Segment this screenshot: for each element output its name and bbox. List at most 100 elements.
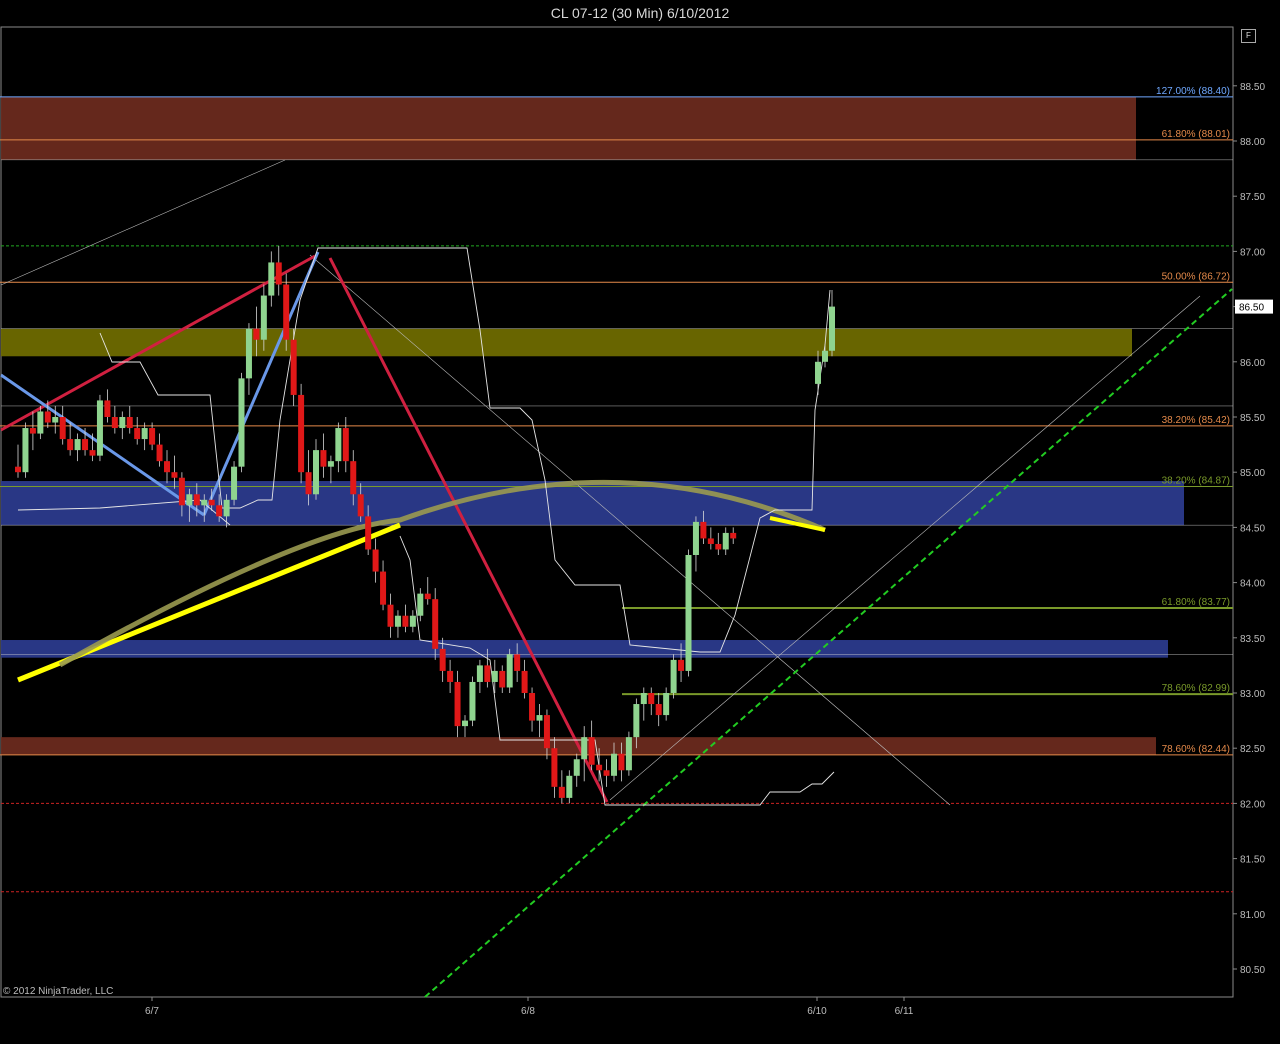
candle-body-88 [670,659,677,693]
candle-body-41 [320,450,327,467]
candle-body-4 [44,411,51,423]
candle-body-23 [186,494,193,506]
candle-body-11 [96,400,103,456]
last-price-label: 86.50 [1239,303,1264,314]
x-tick-label-3: 6/11 [895,1006,914,1017]
candle-body-3 [37,411,44,434]
price-axis: 80.50 81.00 81.50 82.00 82.50 83.00 83.50 84.00… [1233,82,1273,976]
fib-level-label-0: 127.00% (88.40) [1156,86,1230,97]
candle-body-58 [447,670,454,682]
candle-body-43 [335,428,342,462]
candle-body-44 [342,428,349,462]
y-tick-label-11: 86.00 [1240,358,1265,369]
candle-body-39 [305,472,312,495]
fib-level-label-5: 61.80% (83.77) [1162,597,1230,608]
y-tick-label-3: 82.00 [1240,799,1265,810]
y-tick-label-1: 81.00 [1240,910,1265,921]
time-axis: 6/7 6/8 6/10 6/11 [145,997,914,1017]
candle-body-15 [126,417,133,429]
candle-body-73 [558,786,565,798]
candle-body-53 [409,615,416,627]
fib-level-label-2: 50.00% (86.72) [1162,271,1230,282]
y-tick-label-8: 84.50 [1240,523,1265,534]
candle-body-19 [156,444,163,462]
candle-body-93 [707,538,714,544]
candle-body-35 [275,262,282,285]
candle-body-31 [245,328,252,379]
price-chart[interactable]: 127.00% (88.40) 61.80% (88.01) 50.00% (86.… [0,0,1280,1044]
candle-body-26 [208,499,215,506]
candle-body-37 [290,339,297,395]
candle-body-51 [394,615,401,627]
y-tick-label-5: 83.00 [1240,689,1265,700]
candle-body-48 [372,549,379,572]
candle-body-50 [387,604,394,627]
candle-body-56 [432,599,439,649]
y-tick-label-4: 82.50 [1240,744,1265,755]
x-tick-label-1: 6/8 [521,1006,535,1017]
y-tick-label-7: 84.00 [1240,579,1265,590]
candle-body-9 [82,439,89,451]
fib-level-label-3: 38.20% (85.42) [1162,415,1230,426]
candle-body-55 [424,593,431,600]
candle-body-62 [476,665,483,682]
copyright-text: © 2012 NinjaTrader, LLC [3,986,114,997]
candle-body-68 [521,670,528,693]
candle-body-28 [223,499,230,517]
demand-zone-lower [1,640,1168,658]
candle-body-81 [618,753,625,771]
candle-body-70 [536,715,543,721]
candle-body-46 [357,494,364,517]
candle-body-57 [439,648,446,671]
candle-body-5 [52,417,59,423]
candle-body-30 [238,378,245,467]
candle-body-85 [648,693,655,705]
candle-body-21 [171,472,178,478]
candle-body-20 [164,461,170,473]
candle-body-79 [603,770,610,776]
candle-body-83 [633,704,640,738]
fib-level-label-6: 78.60% (82.99) [1162,683,1230,694]
y-tick-label-2: 81.50 [1240,855,1265,866]
candle-body-98 [822,350,828,362]
candle-body-91 [692,521,699,555]
candle-body-13 [111,417,118,429]
candle-body-75 [573,759,580,776]
candle-body-74 [566,775,573,798]
fib-level-label-7: 78.60% (82.44) [1162,744,1230,755]
candle-body-94 [715,543,722,550]
candle-body-82 [625,737,632,771]
y-tick-label-6: 83.50 [1240,634,1265,645]
candle-body-24 [193,494,200,506]
candle-body-89 [678,659,685,671]
candle-body-8 [74,439,81,451]
candle-body-72 [551,748,558,787]
candle-body-84 [640,693,647,705]
candle-body-59 [454,681,461,727]
candle-body-2 [29,428,36,434]
candle-body-34 [268,262,275,296]
candle-body-76 [581,737,588,760]
candle-body-92 [700,521,707,539]
x-tick-label-0: 6/7 [145,1006,159,1017]
candle-body-45 [350,461,357,495]
candle-body-18 [149,428,156,445]
candle-body-54 [417,593,424,616]
candle-body-64 [491,670,498,682]
fib-level-label-1: 61.80% (88.01) [1162,129,1230,140]
candle-body-95 [722,532,729,550]
yellow-zone [1,328,1132,357]
candle-body-27 [216,505,223,517]
candle-body-38 [298,394,305,473]
candle-body-60 [462,720,468,727]
y-tick-label-0: 80.50 [1240,965,1265,976]
candle-body-97 [815,361,821,384]
y-tick-label-16: 88.50 [1240,82,1265,93]
candle-body-52 [402,615,409,627]
y-tick-label-15: 88.00 [1240,137,1265,148]
candle-body-16 [134,428,141,440]
candle-body-29 [231,466,238,500]
candle-body-32 [253,328,260,340]
y-tick-label-13: 87.00 [1240,247,1265,258]
candle-body-96 [730,532,737,539]
